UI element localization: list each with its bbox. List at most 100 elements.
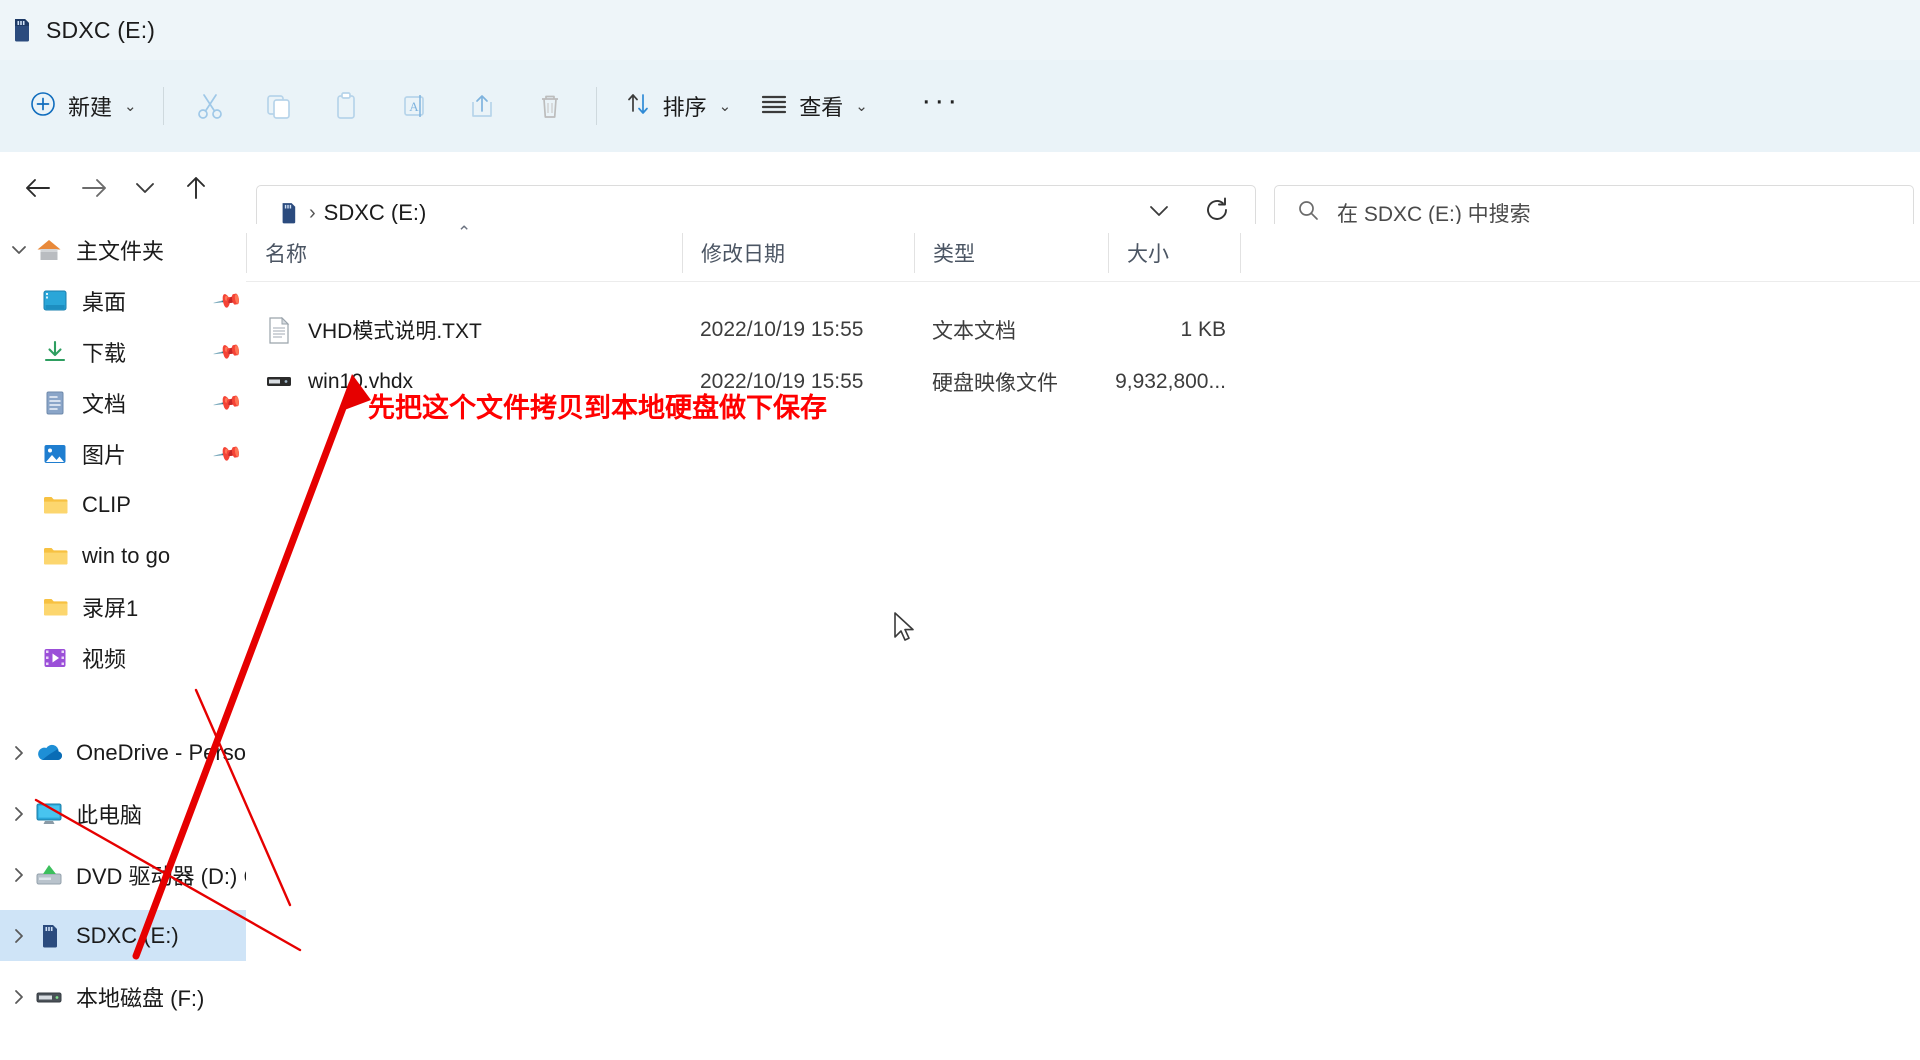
chevron-right-icon[interactable] <box>4 745 34 761</box>
pin-icon[interactable]: 📌 <box>212 437 245 470</box>
sidebar-item-desktop[interactable]: 桌面 📌 <box>0 275 246 326</box>
chevron-right-icon[interactable] <box>4 928 34 944</box>
file-type-cell: 文本文档 <box>932 320 1016 343</box>
chevron-down-icon[interactable]: ⌄ <box>855 97 868 115</box>
sidebar-item-recording1[interactable]: 录屏1 <box>0 581 246 632</box>
onedrive-icon <box>34 738 64 768</box>
sidebar-item-home[interactable]: 主文件夹 <box>0 224 246 275</box>
column-header-row: 名称 ⌃ 修改日期 类型 大小 <box>246 223 1920 282</box>
chevron-right-icon[interactable] <box>4 867 34 883</box>
pin-icon[interactable]: 📌 <box>212 335 245 368</box>
pictures-icon <box>40 439 70 469</box>
sort-button[interactable]: 排序 ⌄ <box>609 80 746 132</box>
file-list-pane: 名称 ⌃ 修改日期 类型 大小 VHD模式说明.TXT 2022/10/19 1… <box>246 223 1920 1060</box>
cut-button[interactable] <box>176 78 244 134</box>
sidebar-item-label: 桌面 <box>82 289 127 315</box>
sidebar-item-label: 录屏1 <box>82 595 139 621</box>
plus-circle-icon <box>28 89 58 124</box>
sidebar-item-label: 下载 <box>82 340 127 366</box>
folder-icon <box>40 541 70 571</box>
annotation-text: 先把这个文件拷贝到本地硬盘做下保存 <box>368 393 827 424</box>
column-header-label: 大小 <box>1127 242 1169 266</box>
sidebar-item-sdxc-e[interactable]: SDXC (E:) <box>0 910 246 961</box>
sort-button-label: 排序 <box>662 95 707 120</box>
sidebar-item-dvd-drive[interactable]: DVD 驱动器 (D:) CCC <box>0 849 246 900</box>
copy-icon <box>266 95 290 119</box>
column-header-date-modified[interactable]: 修改日期 <box>682 232 914 273</box>
sidebar-item-label: 本地磁盘 (F:) <box>76 985 205 1011</box>
file-size-cell: 1 KB <box>1180 318 1226 341</box>
chevron-down-icon[interactable] <box>4 244 34 256</box>
chevron-down-icon[interactable]: ⌄ <box>124 97 137 115</box>
sidebar-item-onedrive[interactable]: OneDrive - Persona <box>0 727 246 778</box>
breadcrumb[interactable]: SDXC (E:) <box>324 200 427 226</box>
file-explorer-window: SDXC (E:) 新建 ⌄ A 排序 ⌄ 查看 ⌄ ··· › SDXC (E… <box>0 0 1920 1060</box>
pin-icon[interactable]: 📌 <box>212 386 245 419</box>
text-file-icon <box>264 315 294 345</box>
share-icon <box>471 95 492 117</box>
file-size-cell: 9,932,800... <box>1115 370 1226 393</box>
column-header-label: 名称 <box>265 242 307 266</box>
sidebar-item-documents[interactable]: 文档 📌 <box>0 377 246 428</box>
dvd-drive-icon <box>34 860 64 890</box>
sidebar-item-label: SDXC (E:) <box>76 922 179 948</box>
folder-icon <box>40 490 70 520</box>
paste-button[interactable] <box>312 78 380 134</box>
new-button[interactable]: 新建 ⌄ <box>14 80 151 132</box>
rename-button[interactable]: A <box>380 78 448 134</box>
share-button[interactable] <box>448 78 516 134</box>
view-button[interactable]: 查看 ⌄ <box>745 80 882 132</box>
sidebar-item-win-to-go[interactable]: win to go <box>0 530 246 581</box>
new-button-label: 新建 <box>68 95 113 120</box>
disk-image-icon <box>264 367 294 397</box>
toolbar-divider-2 <box>595 87 597 125</box>
column-header-type[interactable]: 类型 <box>914 232 1108 273</box>
sidebar-item-this-pc[interactable]: 此电脑 <box>0 788 246 839</box>
ellipsis-icon: ··· <box>921 84 961 117</box>
delete-button[interactable] <box>516 78 584 134</box>
chevron-down-icon[interactable]: ⌄ <box>719 97 732 115</box>
window-title: SDXC (E:) <box>46 16 156 43</box>
video-icon <box>40 643 70 673</box>
chevron-right-icon[interactable] <box>4 989 34 1005</box>
sidebar-item-label: 主文件夹 <box>76 238 165 264</box>
sidebar-item-label: 视频 <box>82 646 127 672</box>
folder-icon <box>40 592 70 622</box>
up-button[interactable] <box>168 160 224 216</box>
table-row[interactable]: VHD模式说明.TXT 2022/10/19 15:55 文本文档 1 KB <box>246 304 1920 356</box>
desktop-icon <box>40 286 70 316</box>
sidebar-item-label: CLIP <box>82 491 131 517</box>
file-name-cell[interactable]: VHD模式说明.TXT <box>246 315 682 345</box>
sidebar-item-label: 此电脑 <box>76 802 143 828</box>
list-lines-icon <box>759 91 789 122</box>
sd-card-icon <box>34 921 64 951</box>
column-header-label: 类型 <box>933 242 975 266</box>
sidebar-item-pictures[interactable]: 图片 📌 <box>0 428 246 479</box>
sd-card-icon <box>275 202 301 224</box>
more-options-button[interactable]: ··· <box>907 78 975 134</box>
mouse-cursor <box>894 612 914 641</box>
command-bar: 新建 ⌄ A 排序 ⌄ 查看 ⌄ ··· <box>0 60 1920 152</box>
documents-icon <box>40 388 70 418</box>
sidebar-item-clip[interactable]: CLIP <box>0 479 246 530</box>
navigation-pane: 主文件夹 桌面 📌 下载 📌 文档 📌 图片 📌 CLIP win to go … <box>0 224 246 1060</box>
address-dropdown-button[interactable] <box>1129 202 1189 225</box>
sidebar-item-local-disk-f[interactable]: 本地磁盘 (F:) <box>0 971 246 1022</box>
sidebar-item-videos[interactable]: 视频 <box>0 632 246 683</box>
this-pc-icon <box>34 799 64 829</box>
file-type-cell: 硬盘映像文件 <box>932 372 1058 395</box>
title-bar: SDXC (E:) <box>0 0 1920 60</box>
pin-icon[interactable]: 📌 <box>212 284 245 317</box>
copy-button[interactable] <box>244 78 312 134</box>
column-header-size[interactable]: 大小 <box>1108 232 1240 273</box>
sort-arrows-icon <box>623 89 653 124</box>
chevron-right-icon[interactable] <box>4 806 34 822</box>
column-header-name[interactable]: 名称 ⌃ <box>246 223 682 273</box>
forward-button[interactable] <box>66 160 122 216</box>
recent-locations-button[interactable] <box>122 160 168 216</box>
back-button[interactable] <box>10 160 66 216</box>
toolbar-divider <box>162 87 164 125</box>
paste-icon <box>336 92 355 119</box>
sidebar-item-label: DVD 驱动器 (D:) CCC <box>76 863 246 889</box>
sidebar-item-downloads[interactable]: 下载 📌 <box>0 326 246 377</box>
